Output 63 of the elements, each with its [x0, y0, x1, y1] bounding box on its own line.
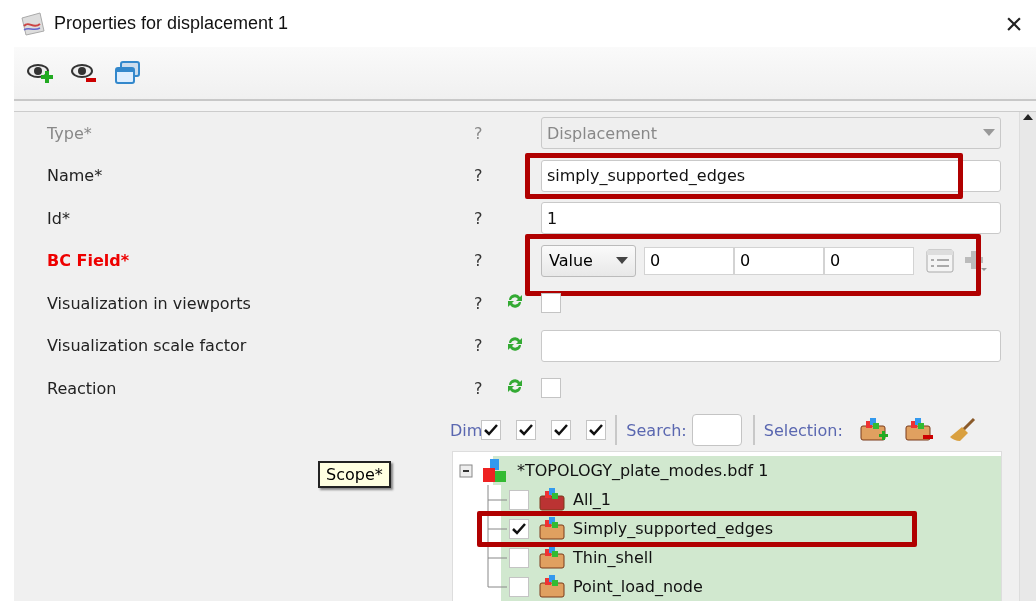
tree-checkbox[interactable]	[509, 518, 529, 539]
window-title: Properties for displacement 1	[54, 13, 290, 34]
value-field[interactable]: 0	[644, 246, 734, 275]
help-mark[interactable]: ?	[466, 166, 483, 186]
collapse-icon[interactable]	[459, 463, 473, 478]
tooltip: Scope*	[318, 461, 391, 488]
input-field[interactable]: simply_supported_edges	[541, 159, 1001, 192]
dim-checkbox[interactable]	[516, 420, 537, 441]
tree-item[interactable]: All_1	[573, 490, 611, 509]
scrollbar[interactable]	[1019, 112, 1036, 601]
refresh-icon[interactable]	[506, 334, 524, 353]
tree-checkbox[interactable]	[509, 576, 529, 597]
field-label: BC Field*	[47, 251, 131, 271]
dim-label: Dim	[450, 420, 483, 440]
check-icon	[554, 424, 569, 437]
field-label: Type*	[47, 123, 93, 143]
shapes-icon	[481, 457, 509, 484]
help-mark[interactable]: ?	[466, 208, 483, 228]
input-field[interactable]: 1	[541, 202, 1001, 235]
tree-checkbox[interactable]	[509, 489, 529, 510]
add-selection-icon[interactable]	[857, 417, 888, 444]
check-icon	[512, 522, 526, 535]
field-label: Id*	[47, 208, 71, 228]
help-mark[interactable]: ?	[466, 251, 483, 271]
tree-line	[487, 485, 507, 514]
tree-checkbox[interactable]	[509, 547, 529, 568]
refresh-icon[interactable]	[506, 292, 524, 311]
field-label: Visualization scale factor	[47, 336, 248, 356]
help-mark[interactable]: ?	[466, 336, 483, 356]
close-button[interactable]: ×	[996, 5, 1032, 42]
mode-dropdown[interactable]: Value	[541, 244, 636, 277]
help-mark[interactable]: ?	[466, 293, 483, 313]
refresh-icon[interactable]	[506, 377, 524, 396]
check-icon	[519, 424, 534, 437]
field-label: Visualization in viewports	[47, 293, 252, 313]
tree-item[interactable]: Thin_shell	[573, 548, 653, 567]
search-field[interactable]	[691, 414, 742, 447]
tree-line	[487, 514, 507, 543]
remove-selection-icon[interactable]	[902, 417, 933, 444]
caret-icon	[616, 256, 628, 265]
table-icon[interactable]	[926, 248, 954, 273]
input-field[interactable]	[541, 329, 1001, 362]
checkbox[interactable]	[541, 378, 561, 399]
checkbox[interactable]	[541, 293, 561, 314]
dim-checkbox[interactable]	[481, 420, 502, 441]
caret-icon	[983, 129, 995, 138]
dim-checkbox[interactable]	[586, 420, 607, 441]
tree-root-label[interactable]: *TOPOLOGY_plate_modes.bdf 1	[517, 461, 769, 480]
add-icon[interactable]	[964, 248, 988, 273]
tree-item[interactable]: Point_load_node	[573, 577, 703, 596]
value-field[interactable]: 0	[824, 246, 914, 275]
field-label: Reaction	[47, 378, 118, 398]
app-icon	[20, 11, 46, 36]
windows-icon[interactable]	[114, 59, 142, 87]
tree-item[interactable]: Simply_supported_edges	[573, 519, 774, 538]
field-label: Name*	[47, 166, 104, 186]
value-field[interactable]: 0	[734, 246, 824, 275]
dim-checkbox[interactable]	[551, 420, 572, 441]
selection-label: Selection:	[763, 420, 843, 440]
help-mark[interactable]: ?	[466, 378, 483, 398]
search-label: Search:	[626, 420, 687, 440]
check-icon	[484, 424, 499, 437]
check-icon	[589, 424, 604, 437]
